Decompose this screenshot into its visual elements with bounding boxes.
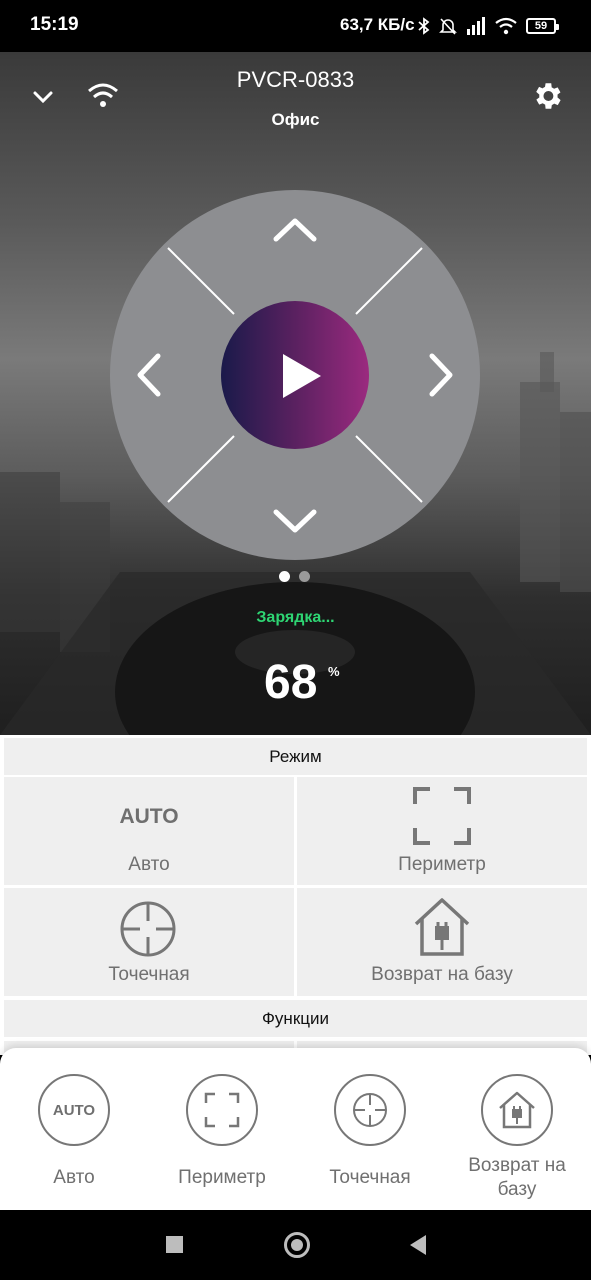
sheet-spot[interactable]: Точечная xyxy=(296,1048,444,1210)
battery-unit: % xyxy=(328,664,340,679)
direction-pad xyxy=(110,190,480,560)
room-name: Офис xyxy=(271,110,320,129)
wifi-icon xyxy=(495,17,517,35)
mode-perimeter-label: Периметр xyxy=(398,854,486,875)
page-dot-active[interactable] xyxy=(279,571,290,582)
perimeter-icon xyxy=(186,1074,258,1146)
mode-auto-label: Авто xyxy=(128,854,170,875)
mode-spot[interactable]: Точечная xyxy=(4,888,294,996)
mode-perimeter[interactable]: Периметр xyxy=(297,777,587,885)
status-bar: 15:19 63,7 КБ/с 59 xyxy=(0,0,591,52)
sheet-perimeter[interactable]: Периметр xyxy=(148,1048,296,1210)
robot-control-panel: PVCR-0833 Офис Зарядка... 68 % xyxy=(0,52,591,735)
sheet-perimeter-label: Периметр xyxy=(178,1167,266,1188)
arrow-right-icon[interactable] xyxy=(426,351,458,399)
auto-icon: AUTO xyxy=(38,1074,110,1146)
back-button[interactable] xyxy=(408,1234,428,1256)
sheet-auto-label: Авто xyxy=(53,1167,95,1188)
mode-return-home[interactable]: Возврат на базу xyxy=(297,888,587,996)
functions-header: Функции xyxy=(4,1000,587,1037)
target-icon xyxy=(120,901,176,957)
page-dot[interactable] xyxy=(299,571,310,582)
target-icon xyxy=(334,1074,406,1146)
mode-header: Режим xyxy=(4,738,587,775)
system-nav-bar xyxy=(0,1210,591,1280)
network-speed: 63,7 КБ/с xyxy=(340,15,415,34)
recents-button[interactable] xyxy=(166,1236,183,1253)
mode-auto[interactable]: AUTO Авто xyxy=(4,777,294,885)
gear-icon[interactable] xyxy=(530,79,564,113)
sheet-return-home[interactable]: Возврат на базу xyxy=(443,1048,591,1210)
home-dock-icon xyxy=(414,898,470,956)
mode-bottom-sheet: AUTO Авто Периметр Точечная Возврат на б… xyxy=(0,1048,591,1210)
arrow-down-icon[interactable] xyxy=(271,506,319,536)
home-button[interactable] xyxy=(284,1232,310,1258)
arrow-up-icon[interactable] xyxy=(271,215,319,245)
robot-status: Зарядка... xyxy=(256,609,335,626)
device-name: PVCR-0833 xyxy=(236,67,355,92)
sheet-spot-label: Точечная xyxy=(329,1167,411,1188)
sheet-auto[interactable]: AUTO Авто xyxy=(0,1048,148,1210)
play-icon xyxy=(283,354,321,398)
battery-icon: 59 xyxy=(526,18,559,34)
start-button[interactable] xyxy=(221,301,369,449)
mode-return-home-label: Возврат на базу xyxy=(371,964,513,985)
mode-panel: Режим AUTO Авто Периметр Точечная Возвра… xyxy=(0,735,591,1055)
status-time: 15:19 xyxy=(30,14,79,35)
bluetooth-icon xyxy=(418,17,430,35)
arrow-left-icon[interactable] xyxy=(132,351,164,399)
battery-level: 68 xyxy=(264,656,318,709)
alarm-off-icon xyxy=(439,18,457,35)
sheet-return-home-label: Возврат на базу xyxy=(468,1155,566,1200)
signal-icon xyxy=(467,17,485,35)
home-dock-icon xyxy=(481,1074,553,1146)
mode-spot-label: Точечная xyxy=(108,964,190,985)
auto-icon: AUTO xyxy=(119,805,179,828)
perimeter-icon xyxy=(413,787,471,845)
